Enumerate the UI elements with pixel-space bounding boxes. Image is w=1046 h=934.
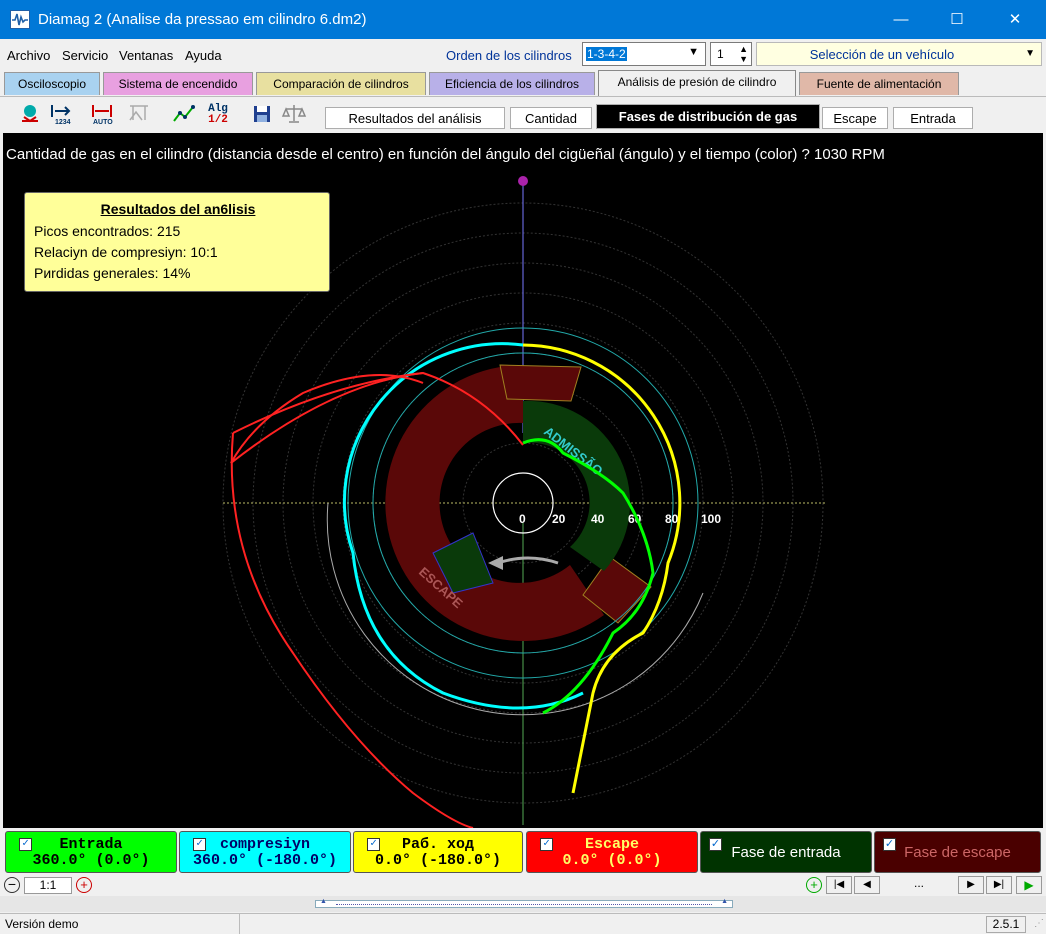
results-box: Resultados del an6lisis Picos encontrado… bbox=[24, 192, 330, 292]
chevron-down-icon: ▼ bbox=[688, 46, 699, 58]
first-icon[interactable]: |◀ bbox=[826, 876, 852, 894]
scroll-left-icon[interactable]: ▲ bbox=[320, 898, 327, 905]
oscilloscope-icon[interactable] bbox=[16, 102, 44, 128]
play-icon[interactable]: ▶ bbox=[1016, 876, 1042, 894]
disabled-scale-icon bbox=[126, 102, 154, 128]
algorithm-icon[interactable]: Alg 1/2 bbox=[204, 102, 232, 128]
vehicle-select[interactable]: Selección de un vehículo ▼ bbox=[756, 42, 1042, 66]
cylinder-order-select[interactable]: 1-3-4-2 ▼ bbox=[582, 42, 706, 66]
scrollbar-thumb[interactable]: ▲ ▲ bbox=[315, 898, 733, 908]
balance-icon[interactable] bbox=[280, 102, 308, 128]
svg-text:1234: 1234 bbox=[55, 119, 71, 126]
polar-plot[interactable]: Cantidad de gas en el cilindro (distanci… bbox=[3, 133, 1043, 828]
svg-text:80: 80 bbox=[665, 512, 679, 526]
subtab-escape[interactable]: Escape bbox=[822, 107, 888, 129]
window-title: Diamag 2 (Analise da pressao em cilindro… bbox=[38, 11, 367, 28]
vehicle-select-value: Selección de un vehículo bbox=[809, 47, 955, 62]
maximize-button[interactable]: ☐ bbox=[934, 0, 980, 39]
legend-fase-entrada[interactable]: ✓ Fase de entrada bbox=[700, 831, 872, 873]
legend-bar: ✓ Entrada 360.0° (0.0°) ✓ compresiyn 360… bbox=[3, 831, 1043, 875]
zoom-out-icon[interactable]: − bbox=[4, 877, 20, 893]
tab-eficiencia-cilindros[interactable]: Eficiencia de los cilindros bbox=[429, 72, 595, 95]
cylinder-order-value: 1-3-4-2 bbox=[586, 47, 627, 61]
title-bar: Diamag 2 (Analise da pressao em cilindro… bbox=[0, 0, 1046, 39]
subtab-entrada[interactable]: Entrada bbox=[893, 107, 973, 129]
rotation-arrow bbox=[497, 556, 559, 565]
svg-text:AUTO: AUTO bbox=[93, 119, 113, 126]
last-icon[interactable]: ▶| bbox=[986, 876, 1012, 894]
status-text: Versión demo bbox=[0, 914, 240, 934]
zoom-in-icon[interactable]: + bbox=[76, 877, 92, 893]
tab-analisis-presion[interactable]: Análisis de presión de cilindro bbox=[598, 70, 796, 96]
scroll-track-dots bbox=[336, 904, 712, 905]
close-button[interactable]: ✕ bbox=[992, 0, 1038, 39]
position-dots: ... bbox=[913, 876, 924, 890]
menu-servicio[interactable]: Servicio bbox=[62, 48, 108, 63]
save-icon[interactable] bbox=[248, 102, 276, 128]
graph-icon[interactable] bbox=[170, 102, 198, 128]
prev-icon[interactable]: ◀ bbox=[854, 876, 880, 894]
minimize-button[interactable]: — bbox=[878, 0, 924, 39]
results-title: Resultados del an6lisis bbox=[100, 201, 256, 217]
app-icon bbox=[10, 10, 30, 29]
menu-ayuda[interactable]: Ayuda bbox=[185, 48, 222, 63]
status-bar: Versión demo 2.5.1 ⋰ bbox=[0, 913, 1046, 934]
next-icon[interactable]: ▶ bbox=[958, 876, 984, 894]
tab-sistema-encendido[interactable]: Sistema de encendido bbox=[103, 72, 253, 95]
tab-osciloscopio[interactable]: Osciloscopio bbox=[4, 72, 100, 95]
rotation-arrowhead bbox=[488, 556, 503, 570]
auto-scale-icon[interactable]: AUTO bbox=[90, 102, 118, 128]
cylinder-order-label: Orden de los cilindros bbox=[446, 48, 572, 63]
menu-archivo[interactable]: Archivo bbox=[7, 48, 50, 63]
results-compression: Relaciyn de compresiyn: 10:1 bbox=[34, 244, 218, 260]
results-peaks: Picos encontrados: 215 bbox=[34, 223, 181, 239]
chevron-down-icon: ▼ bbox=[1025, 48, 1035, 59]
scroll-right-icon[interactable]: ▲ bbox=[721, 898, 728, 905]
spinner-arrows-icon[interactable]: ▲ ▼ bbox=[739, 44, 748, 64]
numbering-icon[interactable]: 1234 bbox=[48, 102, 76, 128]
legend-escape[interactable]: ✓ Escape 0.0° (0.0°) bbox=[526, 831, 698, 873]
legend-power-stroke[interactable]: ✓ Раб. ход 0.0° (-180.0°) bbox=[353, 831, 523, 873]
svg-text:40: 40 bbox=[591, 512, 605, 526]
tab-comparacion-cilindros[interactable]: Comparación de cilindros bbox=[256, 72, 426, 95]
cylinder-number-value: 1 bbox=[717, 47, 724, 61]
zoom-level[interactable]: 1:1 bbox=[24, 877, 72, 894]
version-label: 2.5.1 bbox=[986, 916, 1026, 933]
svg-text:100: 100 bbox=[701, 512, 721, 526]
subtab-fases-distribucion[interactable]: Fases de distribución de gas bbox=[596, 104, 820, 129]
legend-entrada[interactable]: ✓ Entrada 360.0° (0.0°) bbox=[5, 831, 177, 873]
add-icon[interactable]: + bbox=[806, 877, 822, 893]
svg-text:0: 0 bbox=[519, 512, 526, 526]
results-losses: Pиrdidas generales: 14% bbox=[34, 265, 191, 281]
subtab-resultados[interactable]: Resultados del análisis bbox=[325, 107, 505, 129]
subtab-cantidad[interactable]: Cantidad bbox=[510, 107, 592, 129]
cylinder-number-spinner[interactable]: 1 ▲ ▼ bbox=[710, 42, 752, 66]
legend-fase-escape[interactable]: ✓ Fase de escape bbox=[874, 831, 1041, 873]
resize-grip-icon[interactable]: ⋰ bbox=[1034, 918, 1044, 929]
horizontal-scrollbar[interactable]: ▲ ▲ bbox=[0, 896, 1046, 912]
app-window: { "window":{"title":"Diamag 2 (Analise d… bbox=[0, 0, 1046, 934]
legend-compresion[interactable]: ✓ compresiyn 360.0° (-180.0°) bbox=[179, 831, 351, 873]
menu-ventanas[interactable]: Ventanas bbox=[119, 48, 173, 63]
svg-text:20: 20 bbox=[552, 512, 566, 526]
tab-fuente-alimentacion[interactable]: Fuente de alimentación bbox=[799, 72, 959, 95]
navigation-bar: − 1:1 + + |◀ ◀ ... ▶ ▶| ▶ bbox=[0, 876, 1046, 896]
tdc-marker bbox=[518, 176, 528, 186]
